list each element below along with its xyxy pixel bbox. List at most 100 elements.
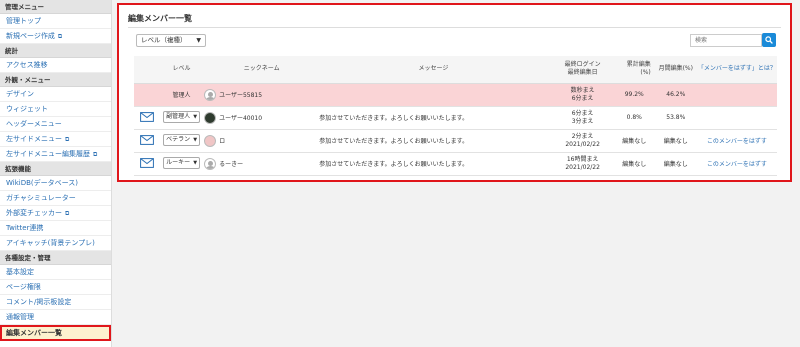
sidebar-item-label: アイキャッチ(背景テンプレ) (6, 239, 95, 247)
sidebar-item-widget[interactable]: ウィジェット (0, 102, 111, 117)
remove-member-link[interactable]: このメンバーをはずす (696, 129, 777, 153)
chevron-down-icon: ▼ (193, 134, 198, 145)
last-edit: 2021/02/22 (565, 163, 600, 171)
column-nickname: ニックネーム (204, 56, 320, 84)
sidebar-item-label: 新規ページ作成 (6, 32, 55, 40)
search-icon (765, 36, 773, 44)
column-monthly-edits: 月間編集(%) (654, 56, 697, 84)
search-button[interactable] (762, 33, 776, 47)
sidebar-item-new-page[interactable]: 新規ページ作成 ⧉ (0, 29, 111, 44)
avatar (204, 157, 217, 170)
monthly-edits: 編集なし (654, 152, 697, 176)
members-panel: 編集メンバー一覧 レベル（複種） ▼ レベル ニックネーム メッセージ 最終ログ… (117, 3, 792, 182)
sidebar-item-label: 左サイドメニュー編集履歴 (6, 150, 90, 158)
sidebar-item-comment-settings[interactable]: コメント/掲示板設定 (0, 295, 111, 310)
sidebar-item-basic-settings[interactable]: 基本設定 (0, 265, 111, 280)
avatar (204, 111, 217, 124)
mail-icon[interactable] (139, 111, 154, 122)
level-select-value: ルーキー (166, 158, 191, 166)
level-select[interactable]: 副管理人 ▼ (163, 110, 201, 123)
external-link-icon: ⧉ (57, 33, 63, 40)
sidebar-item-edit-members[interactable]: 編集メンバー一覧 (0, 325, 111, 341)
sidebar-item-admin-top[interactable]: 管理トップ (0, 14, 111, 29)
sidebar-heading-stats: 統計 (0, 44, 111, 58)
search-input[interactable] (690, 34, 762, 47)
external-link-icon: ⧉ (65, 210, 70, 217)
last-login: 2分まえ (571, 132, 594, 140)
sidebar-item-label: 左サイドメニュー (6, 135, 62, 143)
sidebar-item-left-side-menu[interactable]: 左サイドメニュー ⧉ (0, 132, 111, 147)
sidebar-item-gacha[interactable]: ガチャシミュレーター (0, 191, 111, 206)
level-select-value: ベテラン (166, 135, 191, 143)
nickname: るーきー (219, 161, 244, 168)
column-message: メッセージ (319, 56, 548, 84)
chevron-down-icon: ▼ (193, 111, 198, 122)
sidebar-item-header-menu[interactable]: ヘッダーメニュー (0, 117, 111, 132)
external-link-icon: ⧉ (65, 136, 70, 143)
sidebar-item-label: デザイン (6, 90, 34, 98)
level-select[interactable]: ルーキー ▼ (163, 156, 201, 169)
last-edit: 6分まえ (571, 94, 594, 102)
remove-member-cell (696, 106, 777, 130)
page-title: 編集メンバー一覧 (128, 14, 192, 23)
nickname: ロ (219, 138, 226, 145)
nickname: ユーザー40010 (219, 115, 263, 122)
last-login: 6分まえ (571, 109, 594, 117)
level-label: 管理人 (159, 83, 205, 107)
total-edits: 編集なし (617, 152, 655, 176)
sidebar-item-label: コメント/掲示板設定 (6, 298, 72, 306)
sidebar-heading-appearance: 外観・メニュー (0, 73, 111, 87)
nickname: ユーザー55815 (219, 92, 263, 99)
last-edit: 3分まえ (571, 117, 594, 125)
sidebar-item-label: 外部変チェッカー (6, 209, 62, 217)
table-row: ルーキー ▼ るーきー 参加させていただきます。よろしくお願いいたします。 16… (134, 152, 777, 176)
sidebar-item-label: 編集メンバー一覧 (6, 329, 62, 337)
sidebar: 管理メニュー 管理トップ 新規ページ作成 ⧉ 統計 アクセス推移 外観・メニュー … (0, 0, 112, 347)
remove-member-help-link[interactable]: 「メンバーをはずす」とは？ (696, 56, 777, 84)
sidebar-item-access-trend[interactable]: アクセス推移 (0, 58, 111, 73)
sidebar-item-wikidb[interactable]: WikiDB(データベース) (0, 176, 111, 191)
sidebar-item-checker[interactable]: 外部変チェッカー ⧉ (0, 206, 111, 221)
sidebar-item-label: 通報管理 (6, 313, 34, 321)
level-filter-value: レベル（複種） (141, 36, 187, 44)
table-row: 副管理人 ▼ ユーザー40010 参加させていただきます。よろしくお願いいたしま… (134, 106, 777, 130)
monthly-edits: 53.8% (654, 106, 697, 130)
monthly-edits: 編集なし (654, 129, 697, 153)
message-cell: 参加させていただきます。よろしくお願いいたします。 (319, 106, 548, 130)
sidebar-item-label: WikiDB(データベース) (6, 179, 79, 187)
total-edits: 99.2% (617, 83, 655, 107)
sidebar-item-page-permissions[interactable]: ページ権限 (0, 280, 111, 295)
sidebar-heading-settings: 各種設定・管理 (0, 251, 111, 265)
sidebar-item-label: ウィジェット (6, 105, 48, 113)
mail-icon[interactable] (139, 134, 154, 145)
table-row: 管理人 ユーザー55815 数秒まえ 6分まえ 99.2% 46.2% (134, 83, 777, 107)
sidebar-item-label: 基本設定 (6, 268, 34, 276)
column-total-edits: 累計編集(%) (617, 56, 655, 84)
total-edits: 編集なし (617, 129, 655, 153)
avatar (204, 88, 217, 101)
table-header-row: レベル ニックネーム メッセージ 最終ログイン 最終編集日 累計編集(%) 月間… (134, 56, 777, 84)
column-last-login-label: 最終ログイン (564, 61, 601, 69)
table-row: ベテラン ▼ ロ 参加させていただきます。よろしくお願いいたします。 2分まえ … (134, 129, 777, 153)
sidebar-item-eyecatch[interactable]: アイキャッチ(背景テンプレ) (0, 236, 111, 251)
external-link-icon: ⧉ (93, 151, 98, 158)
sidebar-item-design[interactable]: デザイン (0, 87, 111, 102)
sidebar-item-report[interactable]: 通報管理 (0, 310, 111, 325)
remove-member-link[interactable]: このメンバーをはずす (696, 152, 777, 176)
level-select[interactable]: ベテラン ▼ (163, 133, 201, 146)
last-login: 16時間まえ (566, 155, 599, 163)
chevron-down-icon: ▼ (196, 37, 201, 44)
column-level: レベル (159, 56, 205, 84)
message-cell (319, 83, 548, 107)
level-select-value: 副管理人 (166, 112, 191, 120)
sidebar-item-twitter[interactable]: Twitter連携 (0, 221, 111, 236)
sidebar-item-label: アクセス推移 (6, 61, 48, 69)
remove-member-cell (696, 83, 777, 107)
mail-icon[interactable] (139, 157, 154, 168)
sidebar-item-label: ガチャシミュレーター (6, 194, 76, 202)
sidebar-item-left-menu-history[interactable]: 左サイドメニュー編集履歴 ⧉ (0, 147, 111, 162)
message-cell: 参加させていただきます。よろしくお願いいたします。 (319, 129, 548, 153)
last-login: 数秒まえ (570, 86, 595, 94)
last-edit: 2021/02/22 (565, 140, 600, 148)
level-filter-select[interactable]: レベル（複種） ▼ (136, 34, 206, 47)
